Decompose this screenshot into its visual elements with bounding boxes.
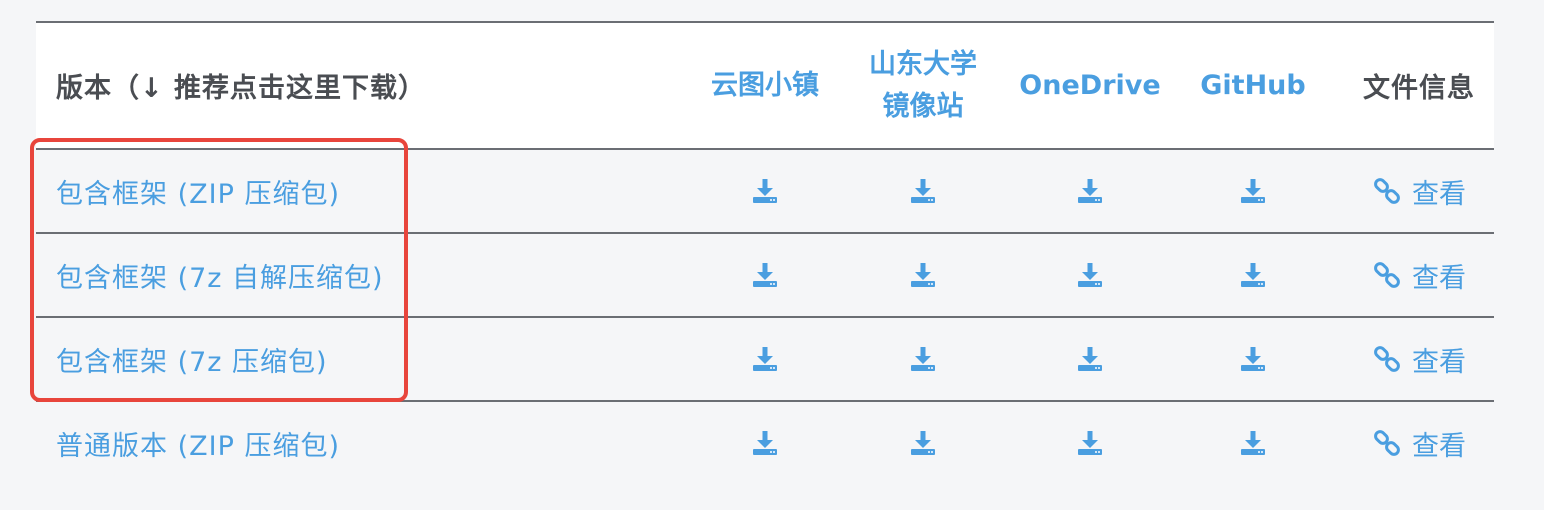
header-mirror-yuntu[interactable]: 云图小镇 (691, 23, 839, 148)
header-file-info: 文件信息 (1344, 23, 1494, 148)
download-icon[interactable] (908, 260, 938, 290)
download-table: 版本（↓ 推荐点击这里下载） 云图小镇 山东大学 镜像站 OneDrive Gi… (36, 21, 1494, 484)
row-version[interactable]: 包含框架 (ZIP 压缩包) (56, 150, 340, 232)
table-row: 普通版本 (ZIP 压缩包) 查看 (36, 402, 1494, 484)
link-icon[interactable] (1372, 428, 1402, 458)
link-icon[interactable] (1372, 176, 1402, 206)
header-mirror-yuntu-label[interactable]: 云图小镇 (711, 65, 819, 107)
view-link[interactable]: 查看 (1372, 424, 1466, 463)
download-icon[interactable] (908, 428, 938, 458)
header-mirror-sdu-line2[interactable]: 镜像站 (883, 91, 964, 122)
row-version[interactable]: 包含框架 (7z 压缩包) (56, 318, 328, 400)
download-icon[interactable] (1238, 260, 1268, 290)
table-header-row: 版本（↓ 推荐点击这里下载） 云图小镇 山东大学 镜像站 OneDrive Gi… (36, 23, 1494, 150)
download-icon[interactable] (1075, 344, 1105, 374)
view-link[interactable]: 查看 (1372, 172, 1466, 211)
table-row: 包含框架 (ZIP 压缩包) 查看 (36, 150, 1494, 234)
row-version-link[interactable]: 包含框架 (7z 自解压缩包) (56, 256, 384, 295)
header-mirror-github-label[interactable]: GitHub (1200, 65, 1305, 107)
view-link-label[interactable]: 查看 (1412, 340, 1466, 379)
row-file-info[interactable]: 查看 (1344, 234, 1494, 316)
table-row: 包含框架 (7z 自解压缩包) 查看 (36, 234, 1494, 318)
view-link[interactable]: 查看 (1372, 256, 1466, 295)
download-icon[interactable] (1075, 428, 1105, 458)
view-link-label[interactable]: 查看 (1412, 424, 1466, 463)
header-mirror-sdu-label[interactable]: 山东大学 镜像站 (869, 44, 977, 128)
view-link-label[interactable]: 查看 (1412, 256, 1466, 295)
row-version[interactable]: 包含框架 (7z 自解压缩包) (56, 234, 384, 316)
row-download-yuntu[interactable] (691, 150, 839, 232)
download-icon[interactable] (1075, 176, 1105, 206)
row-version-link[interactable]: 普通版本 (ZIP 压缩包) (56, 424, 340, 463)
header-version: 版本（↓ 推荐点击这里下载） (56, 23, 426, 148)
download-icon[interactable] (750, 344, 780, 374)
row-download-github[interactable] (1186, 234, 1320, 316)
header-version-label: 版本（↓ 推荐点击这里下载） (56, 73, 427, 104)
view-link[interactable]: 查看 (1372, 340, 1466, 379)
row-download-sdu[interactable] (854, 234, 992, 316)
header-mirror-github[interactable]: GitHub (1186, 23, 1320, 148)
row-download-github[interactable] (1186, 402, 1320, 484)
page: 版本（↓ 推荐点击这里下载） 云图小镇 山东大学 镜像站 OneDrive Gi… (0, 0, 1544, 510)
row-version[interactable]: 普通版本 (ZIP 压缩包) (56, 402, 340, 484)
row-file-info[interactable]: 查看 (1344, 402, 1494, 484)
header-mirror-sdu-line1[interactable]: 山东大学 (869, 49, 977, 80)
row-download-yuntu[interactable] (691, 402, 839, 484)
row-file-info[interactable]: 查看 (1344, 318, 1494, 400)
row-download-onedrive[interactable] (1016, 234, 1164, 316)
row-download-yuntu[interactable] (691, 234, 839, 316)
row-download-onedrive[interactable] (1016, 150, 1164, 232)
row-download-sdu[interactable] (854, 318, 992, 400)
row-version-link[interactable]: 包含框架 (7z 压缩包) (56, 340, 328, 379)
download-icon[interactable] (908, 176, 938, 206)
download-icon[interactable] (908, 344, 938, 374)
download-icon[interactable] (1238, 344, 1268, 374)
download-icon[interactable] (1238, 428, 1268, 458)
row-download-github[interactable] (1186, 318, 1320, 400)
download-icon[interactable] (750, 176, 780, 206)
link-icon[interactable] (1372, 260, 1402, 290)
header-mirror-sdu[interactable]: 山东大学 镜像站 (854, 23, 992, 148)
view-link-label[interactable]: 查看 (1412, 172, 1466, 211)
header-mirror-onedrive[interactable]: OneDrive (1016, 23, 1164, 148)
download-icon[interactable] (1238, 176, 1268, 206)
row-download-yuntu[interactable] (691, 318, 839, 400)
download-icon[interactable] (750, 428, 780, 458)
row-version-link[interactable]: 包含框架 (ZIP 压缩包) (56, 172, 340, 211)
table-row: 包含框架 (7z 压缩包) 查看 (36, 318, 1494, 402)
download-icon[interactable] (1075, 260, 1105, 290)
row-download-onedrive[interactable] (1016, 402, 1164, 484)
link-icon[interactable] (1372, 344, 1402, 374)
row-download-sdu[interactable] (854, 402, 992, 484)
download-icon[interactable] (750, 260, 780, 290)
row-download-sdu[interactable] (854, 150, 992, 232)
header-mirror-onedrive-label[interactable]: OneDrive (1019, 65, 1160, 107)
row-file-info[interactable]: 查看 (1344, 150, 1494, 232)
header-file-info-label: 文件信息 (1363, 73, 1475, 104)
row-download-github[interactable] (1186, 150, 1320, 232)
row-download-onedrive[interactable] (1016, 318, 1164, 400)
table-body: 包含框架 (ZIP 压缩包) 查看 包含框架 (7z 自解压缩包) 查看 包含框… (36, 150, 1494, 484)
